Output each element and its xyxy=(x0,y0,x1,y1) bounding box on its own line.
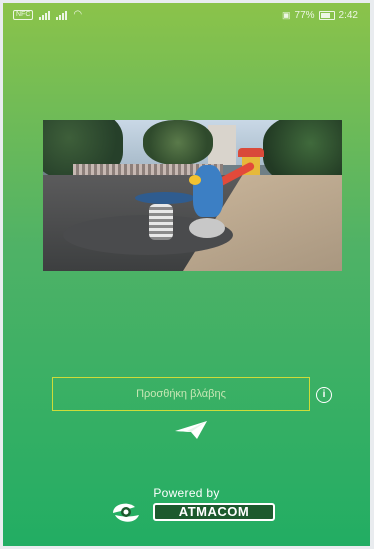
photo-rider-base xyxy=(189,218,225,238)
add-damage-input[interactable] xyxy=(52,377,310,411)
photo-trees xyxy=(143,120,213,165)
powered-by-label: Powered by xyxy=(153,486,220,500)
brand-name: ATMACOM xyxy=(153,503,275,521)
info-icon[interactable]: i xyxy=(316,387,332,403)
battery-icon xyxy=(318,11,335,20)
signal-icon xyxy=(39,10,51,20)
send-icon[interactable] xyxy=(173,419,209,441)
photo-seat xyxy=(135,192,195,204)
damage-photo[interactable] xyxy=(43,120,342,271)
photo-slide xyxy=(216,148,283,187)
atmacom-logo: ATMACOM xyxy=(109,499,279,525)
nfc-icon: NFC xyxy=(13,10,34,20)
status-left: NFC ◠ xyxy=(13,10,82,20)
photo-bird-rider xyxy=(193,165,223,217)
wifi-icon: ◠ xyxy=(73,9,83,20)
clock: 2:42 xyxy=(338,10,358,21)
app-screen: NFC ◠ ▣ 77% 2:42 i xyxy=(3,3,370,546)
status-bar: NFC ◠ ▣ 77% 2:42 xyxy=(3,3,370,31)
photo-bird-beak xyxy=(189,175,201,185)
vibrate-icon: ▣ xyxy=(282,10,291,20)
status-right: ▣ 77% 2:42 xyxy=(282,10,358,21)
battery-percent: 77% xyxy=(294,10,315,21)
photo-spring xyxy=(149,204,173,240)
signal-icon-2 xyxy=(56,10,68,20)
